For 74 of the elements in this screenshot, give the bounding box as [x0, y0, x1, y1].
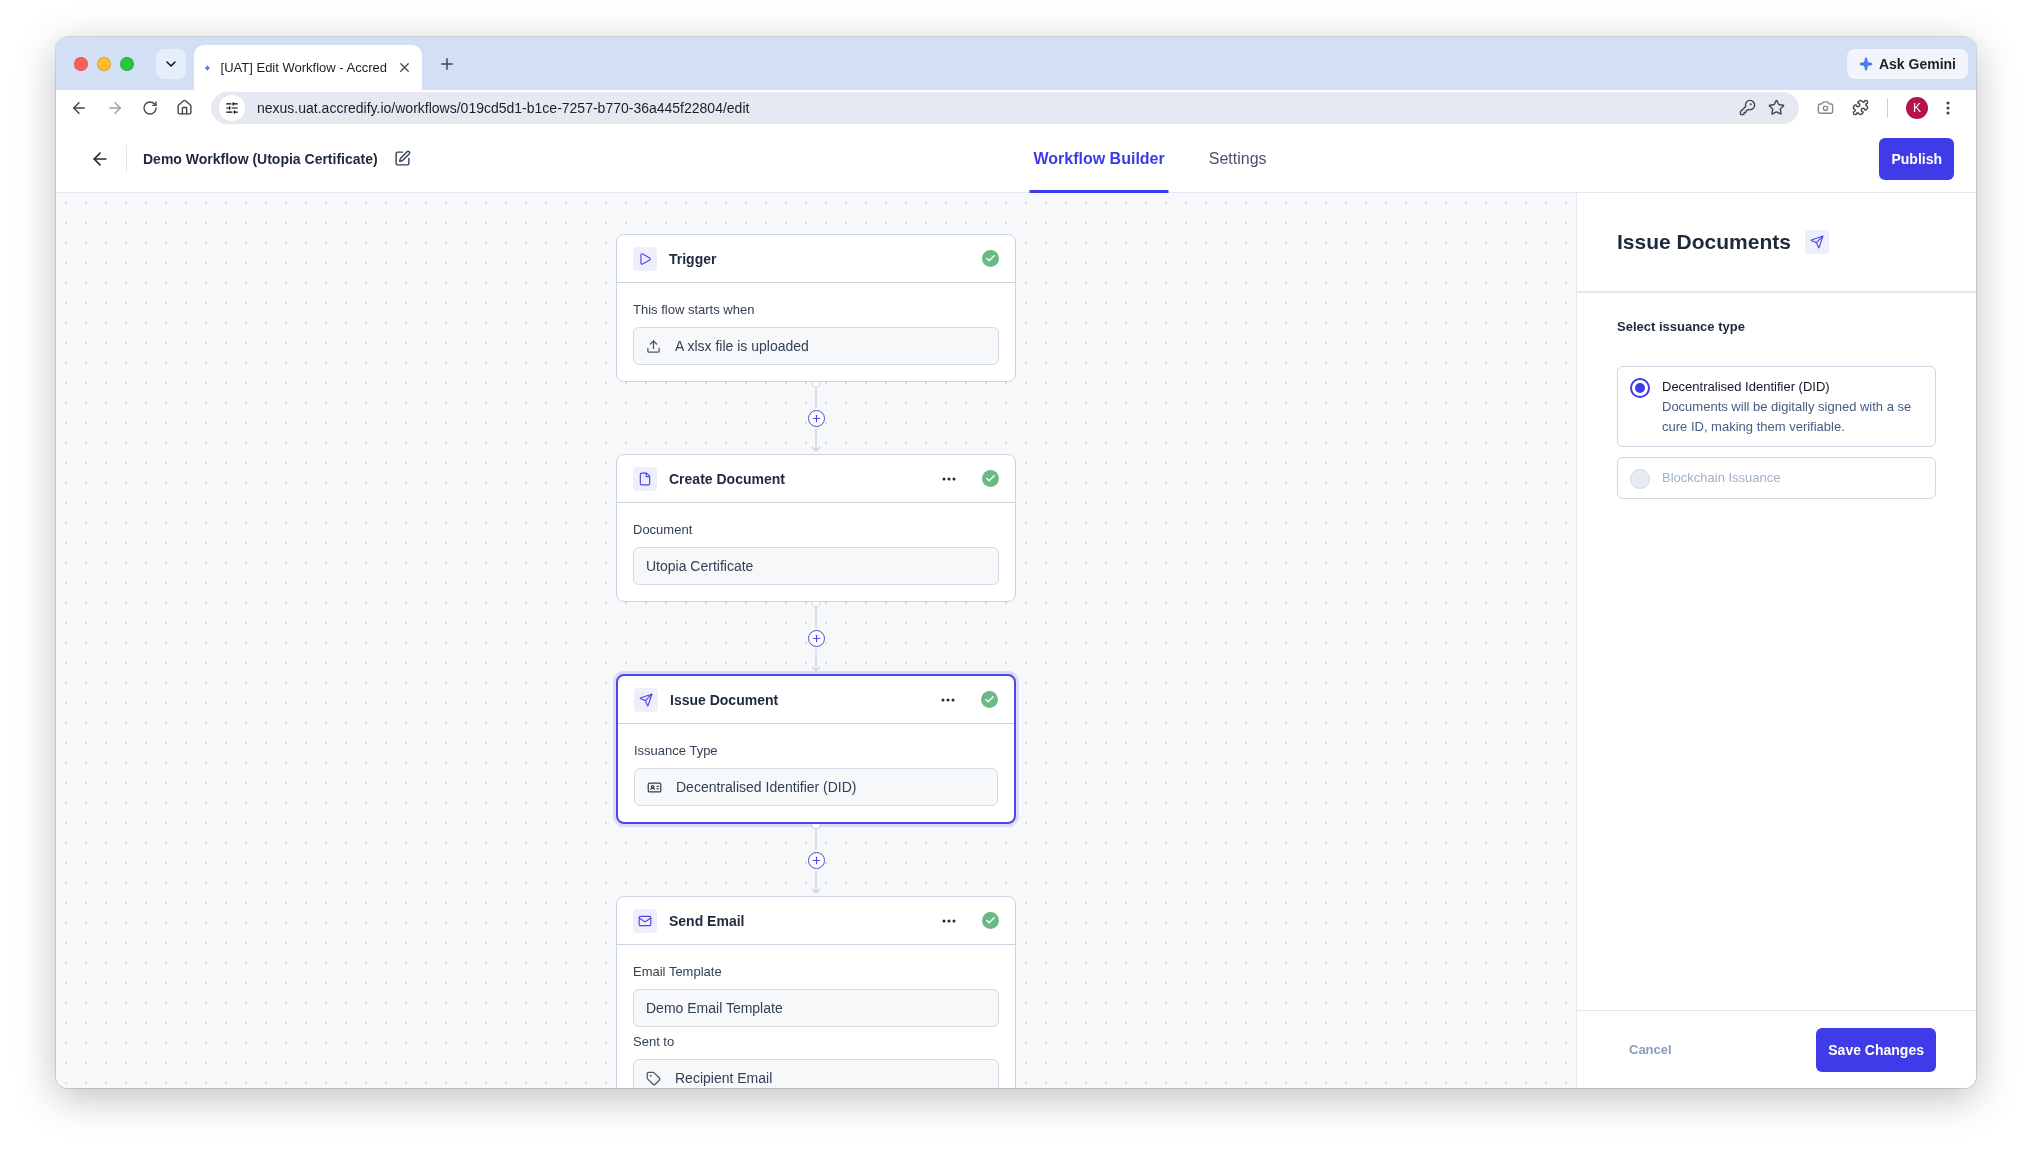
workflow-node-card[interactable]: Send Email Email Template Demo Email Template Sent to Recipient Email: [616, 896, 1016, 1088]
ellipsis-icon: [942, 476, 956, 481]
reload-button[interactable]: [142, 99, 158, 116]
password-key-button[interactable]: [1739, 99, 1756, 116]
browser-menu-button[interactable]: [1946, 100, 1950, 115]
assistant-button[interactable]: Ask Gemini: [1846, 48, 1968, 79]
menu-icon: [1946, 100, 1950, 115]
connector-line: [811, 382, 821, 408]
radio-button[interactable]: [1630, 378, 1650, 398]
workflow-node-card[interactable]: Issue Document Issuance Type Decentralised Identifier (DID): [616, 674, 1016, 824]
field-label: Sent to: [633, 1034, 676, 1049]
connector-arrow: [811, 871, 821, 894]
node-title: Issue Document: [670, 691, 780, 708]
more-options-button[interactable]: [941, 697, 955, 702]
add-step-button[interactable]: [807, 852, 825, 869]
option-title: Blockchain Issuance: [1662, 470, 1781, 485]
more-options-button[interactable]: [942, 918, 956, 923]
tab-title: [UAT] Edit Workflow - Accred: [220, 60, 387, 75]
more-options-button[interactable]: [942, 476, 956, 481]
node-title: Trigger: [669, 250, 718, 267]
sparkle-icon: [1858, 56, 1873, 71]
extensions-button[interactable]: [1852, 99, 1869, 116]
header-tab[interactable]: Settings: [1204, 125, 1271, 193]
field-value: Recipient Email: [633, 1059, 999, 1088]
sliders-icon: [225, 100, 239, 115]
edit-button[interactable]: [393, 150, 411, 167]
plus-icon: [810, 413, 822, 424]
tab-list-button[interactable]: [156, 48, 186, 79]
field-value: Utopia Certificate: [633, 547, 999, 585]
id-card-icon: [647, 779, 662, 795]
add-step-button[interactable]: [807, 630, 825, 647]
connector-line: [811, 602, 821, 628]
workflow-node-card[interactable]: Trigger This flow starts when A xlsx file is uploaded: [616, 234, 1016, 382]
connector-arrow: [811, 429, 821, 452]
option-title: Decentralised Identifier (DID): [1662, 379, 1831, 394]
node-title: Create Document: [669, 470, 786, 487]
field-value: Demo Email Template: [633, 989, 999, 1027]
workflow-node-card[interactable]: Create Document Document Utopia Certificate: [616, 454, 1016, 602]
add-step-button[interactable]: [807, 410, 825, 427]
mail-icon: [638, 913, 652, 928]
issuance-option[interactable]: Decentralised Identifier (DID) Documents will be digitally signed with a secure ID, making them verifiable.: [1617, 366, 1936, 447]
section-label: Select issuance type: [1617, 319, 1746, 334]
node-title: Send Email: [669, 912, 746, 929]
connector-arrow: [811, 649, 821, 672]
field-label: Document: [633, 522, 694, 537]
option-description: Documents will be digitally signed with a secure ID, making them verifiable.: [1662, 398, 1912, 436]
plus-icon: [810, 855, 822, 866]
field-label: This flow starts when: [633, 302, 756, 317]
camera-button[interactable]: [1817, 99, 1834, 116]
panel-title: Issue Documents: [1617, 230, 1791, 254]
play-icon: [638, 251, 652, 266]
tag-icon: [646, 1070, 661, 1086]
site-settings-button[interactable]: [219, 94, 245, 121]
bookmark-star-button[interactable]: [1768, 99, 1785, 116]
workflow-title: Demo Workflow (Utopia Certificate): [143, 150, 378, 167]
plus-icon: [810, 633, 822, 644]
send-icon: [1804, 230, 1829, 254]
profile-avatar[interactable]: K: [1906, 96, 1928, 119]
save-changes-button[interactable]: Save Changes: [1816, 1027, 1936, 1072]
field-label: Issuance Type: [634, 743, 719, 758]
close-tab-button[interactable]: [397, 60, 412, 75]
publish-button[interactable]: Publish: [1879, 137, 1954, 180]
ellipsis-icon: [941, 697, 955, 702]
browser-tab[interactable]: [UAT] Edit Workflow - Accred: [194, 45, 422, 90]
ellipsis-icon: [942, 918, 956, 923]
close-window-button[interactable]: [74, 56, 88, 71]
field-value: A xlsx file is uploaded: [633, 327, 999, 365]
connector-line: [811, 824, 821, 850]
send-icon: [639, 692, 653, 707]
upload-icon: [646, 338, 661, 354]
home-button[interactable]: [176, 99, 193, 116]
field-label: Email Template: [633, 964, 723, 979]
field-value: Decentralised Identifier (DID): [634, 768, 998, 806]
document-icon: [638, 471, 652, 486]
